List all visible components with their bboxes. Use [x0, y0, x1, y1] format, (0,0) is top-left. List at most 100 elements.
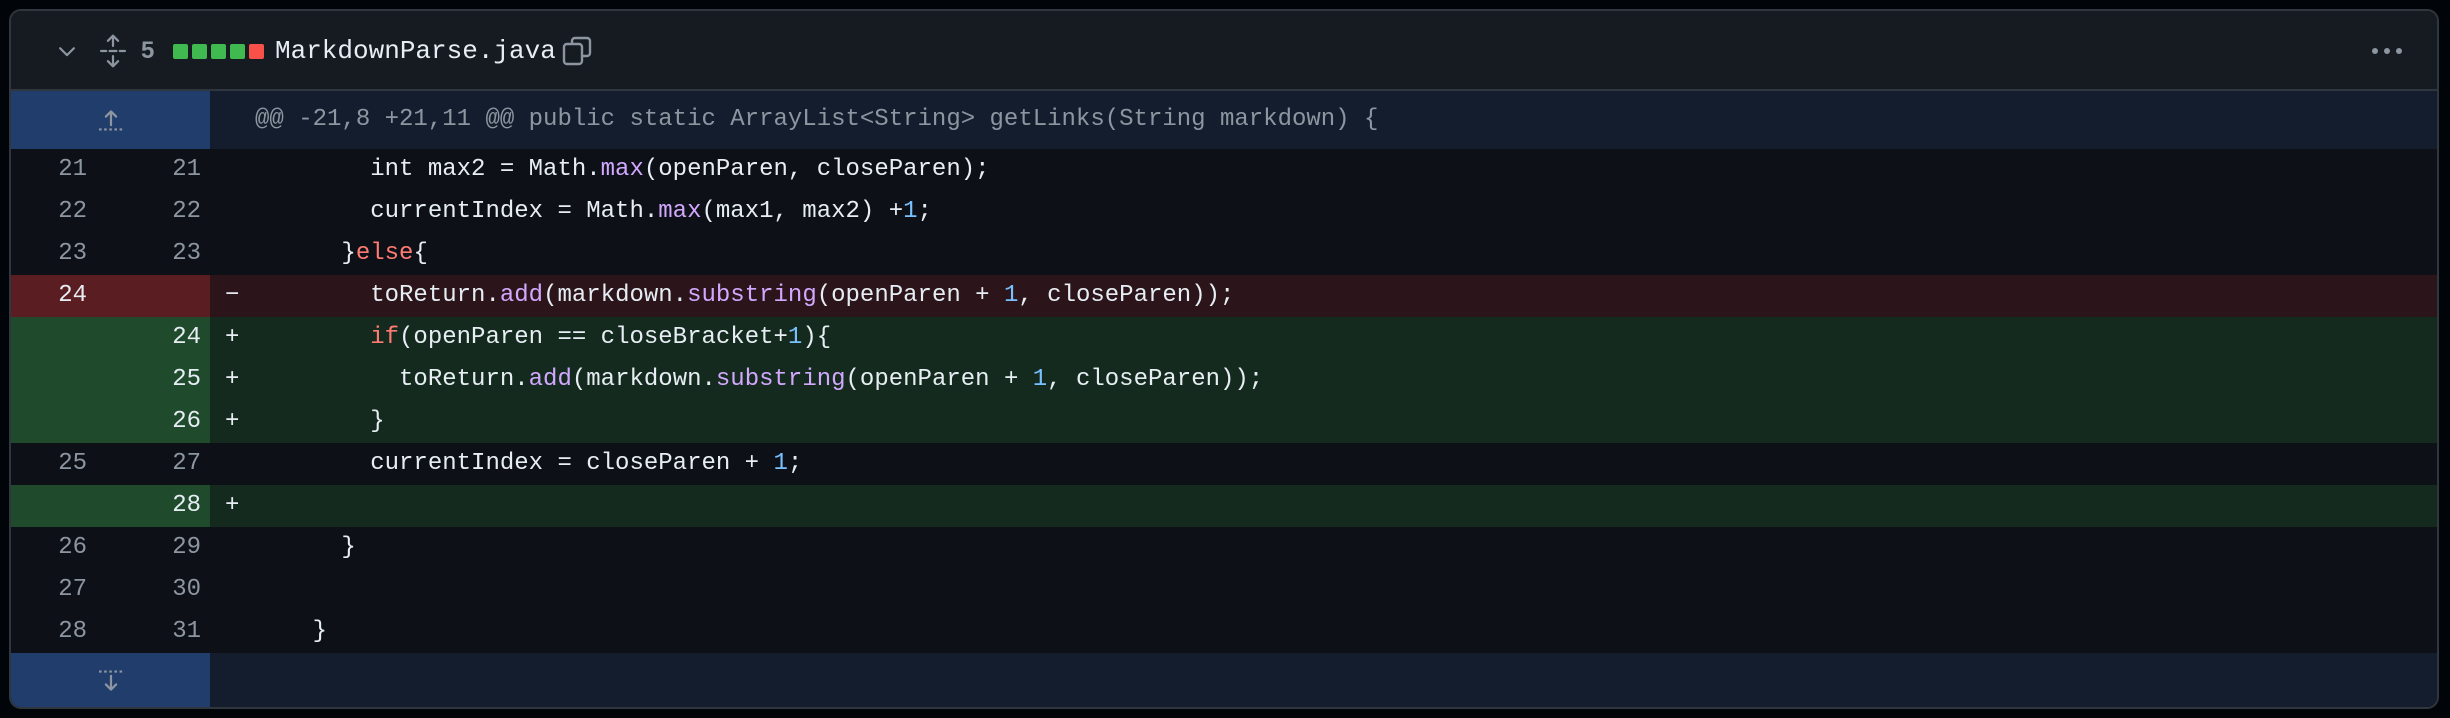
hunk-footer — [11, 653, 2437, 707]
more-options-button[interactable] — [2365, 11, 2409, 91]
code-token: 1 — [903, 198, 918, 225]
diffstat-square — [249, 43, 264, 59]
code-token: substring — [687, 282, 817, 309]
code-text: toReturn.add(markdown.substring(openPare… — [255, 359, 1263, 401]
diff-line-ctx: 26 29 } — [11, 527, 2437, 569]
code-token: add — [528, 366, 572, 393]
code-text: if(openParen == closeBracket+1){ — [255, 317, 831, 359]
chevron-down-icon — [59, 47, 75, 57]
new-line-number[interactable]: 21 — [87, 149, 201, 191]
old-line-number[interactable]: 23 — [11, 233, 87, 275]
diff-line-ctx: 21 21 int max2 = Math.max(openParen, clos… — [11, 149, 2437, 191]
diff-line-add: 25 + toReturn.add(markdown.substring(open… — [11, 359, 2437, 401]
code-token: } — [255, 618, 328, 645]
diff-body: @@ -21,8 +21,11 @@ public static ArrayLi… — [11, 91, 2437, 707]
diffstat-square — [230, 43, 245, 59]
new-line-number[interactable]: 31 — [87, 611, 201, 653]
old-line-number[interactable]: 22 — [11, 191, 87, 233]
diff-line-ctx: 28 31 } — [11, 611, 2437, 653]
new-line-number[interactable]: 23 — [87, 233, 201, 275]
kebab-horizontal-icon — [2372, 48, 2402, 54]
code-token: } — [255, 534, 356, 561]
code-text: }else{ — [255, 233, 428, 275]
code-token: 1 — [787, 324, 803, 351]
diff-line-add: 28 + — [11, 485, 2437, 527]
new-line-number[interactable]: 25 — [87, 359, 201, 401]
code-token: currentIndex = Math. — [255, 198, 659, 225]
code-token: (openParen + — [845, 366, 1033, 393]
new-line-number[interactable]: 27 — [87, 443, 201, 485]
expand-down-button[interactable] — [11, 653, 210, 707]
diffstat-square — [173, 43, 188, 59]
code-token: ; — [917, 198, 932, 225]
diff-line-ctx: 22 22 currentIndex = Math.max(max1, max2)… — [11, 191, 2437, 233]
diff-lines: 21 21 int max2 = Math.max(openParen, clos… — [11, 149, 2437, 653]
old-line-number[interactable] — [11, 317, 87, 359]
code-text: currentIndex = Math.max(max1, max2) +1; — [255, 191, 932, 233]
code-token: max — [600, 156, 644, 183]
hunk-header-text: @@ -21,8 +21,11 @@ public static ArrayLi… — [255, 106, 1379, 133]
new-line-number[interactable]: 28 — [87, 485, 201, 527]
new-line-number[interactable]: 29 — [87, 527, 201, 569]
new-line-number[interactable]: 24 — [87, 317, 201, 359]
code-text: currentIndex = closeParen + 1; — [255, 443, 802, 485]
diff-line-add: 26 + } — [11, 401, 2437, 443]
old-line-number[interactable]: 21 — [11, 149, 87, 191]
code-token: (openParen + — [816, 282, 1004, 309]
old-line-number[interactable]: 24 — [11, 275, 87, 317]
copy-path-button[interactable] — [557, 11, 597, 91]
diff-line-ctx: 23 23 }else{ — [11, 233, 2437, 275]
code-token: (openParen == closeBracket+ — [399, 324, 788, 351]
diff-line-ctx: 25 27 currentIndex = closeParen + 1; — [11, 443, 2437, 485]
diff-marker: + — [225, 366, 240, 393]
old-line-number[interactable]: 27 — [11, 569, 87, 611]
code-token: } — [255, 408, 385, 435]
diffstat-square — [192, 43, 207, 59]
old-line-number[interactable]: 28 — [11, 611, 87, 653]
diff-marker: + — [225, 492, 240, 519]
file-name[interactable]: MarkdownParse.java — [275, 11, 556, 91]
old-line-number[interactable] — [11, 359, 87, 401]
code-token: else — [355, 240, 414, 267]
collapse-file-button[interactable] — [51, 11, 83, 91]
new-line-number[interactable]: 26 — [87, 401, 201, 443]
code-token: 1 — [773, 450, 788, 477]
code-token: 1 — [1003, 282, 1019, 309]
new-line-number[interactable] — [87, 275, 201, 317]
code-token: int max2 = Math. — [255, 156, 601, 183]
code-token: (max1, max2) + — [701, 198, 904, 225]
code-token: } — [255, 240, 356, 267]
code-token: ){ — [802, 324, 832, 351]
new-line-number[interactable]: 22 — [87, 191, 201, 233]
code-token: { — [413, 240, 428, 267]
diff-line-del: 24 − toReturn.add(markdown.substring(open… — [11, 275, 2437, 317]
new-line-number[interactable]: 30 — [87, 569, 201, 611]
old-line-number[interactable] — [11, 485, 87, 527]
code-token: (openParen, closeParen); — [643, 156, 990, 183]
code-token: if — [370, 324, 400, 351]
code-token: 1 — [1032, 366, 1048, 393]
code-token: ; — [787, 450, 803, 477]
code-token: max — [658, 198, 702, 225]
expand-all-button[interactable] — [95, 11, 131, 91]
unfold-icon — [99, 34, 127, 68]
code-text: } — [255, 401, 385, 443]
diffstat — [173, 11, 264, 91]
file-header: 5 MarkdownParse.java — [11, 11, 2437, 91]
code-token: toReturn. — [255, 366, 529, 393]
copy-icon — [562, 36, 592, 66]
fold-down-icon — [98, 670, 123, 691]
expand-up-button[interactable] — [11, 91, 210, 149]
old-line-number[interactable] — [11, 401, 87, 443]
old-line-number[interactable]: 26 — [11, 527, 87, 569]
code-token: toReturn. — [255, 282, 500, 309]
changes-count: 5 — [141, 37, 155, 64]
old-line-number[interactable]: 25 — [11, 443, 87, 485]
code-text: toReturn.add(markdown.substring(openPare… — [255, 275, 1234, 317]
code-token: substring — [715, 366, 846, 393]
code-token: currentIndex = closeParen + — [255, 450, 774, 477]
code-text: } — [255, 611, 327, 653]
diff-file: 5 MarkdownParse.java @@ -21,8 +21,11 @@ … — [9, 9, 2439, 709]
code-token: (markdown. — [543, 282, 688, 309]
